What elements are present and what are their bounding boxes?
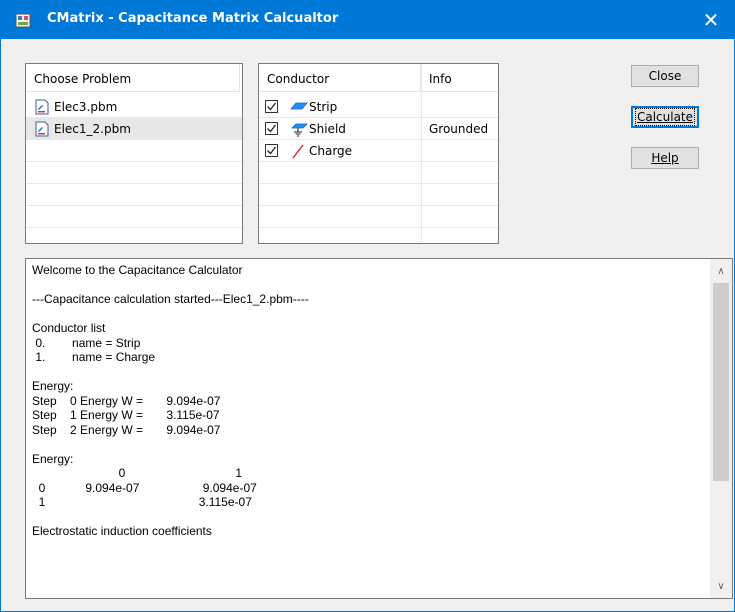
calculate-button[interactable]: Calculate bbox=[631, 106, 699, 128]
window-close-button[interactable]: ✕ bbox=[688, 1, 734, 39]
conductor-checkbox[interactable] bbox=[265, 144, 278, 157]
conductor-row-charge[interactable]: Charge bbox=[259, 140, 498, 162]
problem-item-elec1-2[interactable]: Elec1_2.pbm bbox=[26, 118, 242, 140]
help-button-label: Help bbox=[651, 151, 679, 165]
empty-row bbox=[26, 162, 242, 184]
shield-ground-icon bbox=[291, 123, 308, 137]
problem-list-header[interactable]: Choose Problem bbox=[26, 64, 240, 92]
conductor-row-strip[interactable]: Strip bbox=[259, 96, 498, 118]
calculate-button-label: Calculate bbox=[634, 108, 696, 126]
info-column-header[interactable]: Info bbox=[421, 64, 498, 92]
window-title: CMatrix - Capacitance Matrix Calcualtor bbox=[47, 11, 339, 26]
log-line: 0 9.094e-07 9.094e-07 bbox=[32, 480, 257, 495]
log-line: Conductor list bbox=[32, 321, 106, 335]
cmatrix-dialog: CMatrix - Capacitance Matrix Calcualtor … bbox=[0, 0, 735, 612]
checkmark-icon bbox=[267, 124, 277, 133]
empty-row bbox=[259, 206, 498, 228]
empty-row bbox=[26, 140, 242, 162]
empty-row bbox=[26, 228, 242, 243]
problem-item-label: Elec1_2.pbm bbox=[54, 122, 131, 136]
chevron-down-icon: ∨ bbox=[717, 580, 725, 592]
log-line: 0. name = Strip bbox=[32, 335, 141, 350]
pbm-file-icon bbox=[35, 121, 49, 137]
conductor-column-header[interactable]: Conductor bbox=[259, 64, 421, 92]
title-bar[interactable]: CMatrix - Capacitance Matrix Calcualtor … bbox=[1, 1, 734, 39]
log-line: Step 2 Energy W = 9.094e-07 bbox=[32, 422, 221, 437]
conductor-name: Shield bbox=[309, 122, 346, 136]
empty-row bbox=[259, 162, 498, 184]
conductor-name: Charge bbox=[309, 144, 353, 158]
log-line: 1. name = Charge bbox=[32, 350, 156, 364]
conductor-list[interactable]: Conductor Info Strip Shield Grounded Cha… bbox=[258, 63, 499, 244]
close-button[interactable]: Close bbox=[631, 65, 699, 87]
empty-row bbox=[259, 228, 498, 243]
conductor-checkbox[interactable] bbox=[265, 100, 278, 113]
conductor-header-label: Conductor bbox=[267, 72, 330, 86]
conductor-info: Grounded bbox=[429, 122, 489, 136]
checkmark-icon bbox=[267, 102, 277, 111]
conductor-name: Strip bbox=[309, 100, 338, 114]
log-line: Electrostatic induction coefficients bbox=[32, 524, 212, 538]
app-icon bbox=[15, 13, 31, 28]
conductor-row-shield[interactable]: Shield Grounded bbox=[259, 118, 498, 140]
log-line: Step 0 Energy W = 9.094e-07 bbox=[32, 393, 221, 408]
help-button[interactable]: Help bbox=[631, 147, 699, 169]
log-line: 1 3.115e-07 bbox=[32, 495, 252, 509]
conductor-checkbox[interactable] bbox=[265, 122, 278, 135]
log-line: 0 1 bbox=[32, 466, 243, 480]
problem-item-elec3[interactable]: Elec3.pbm bbox=[26, 96, 242, 118]
problem-item-label: Elec3.pbm bbox=[54, 100, 118, 114]
log-line: Step 1 Energy W = 3.115e-07 bbox=[32, 408, 220, 422]
log-line: ---Capacitance calculation started---Ele… bbox=[32, 292, 309, 306]
empty-row bbox=[26, 206, 242, 228]
empty-row bbox=[259, 184, 498, 206]
log-line: Energy: bbox=[32, 451, 74, 466]
chevron-up-icon: ∧ bbox=[717, 265, 725, 277]
scroll-up-button[interactable]: ∧ bbox=[710, 261, 732, 281]
info-header-label: Info bbox=[429, 72, 452, 86]
checkmark-icon bbox=[267, 146, 277, 155]
close-icon: ✕ bbox=[702, 8, 720, 32]
problem-header-label: Choose Problem bbox=[34, 72, 132, 86]
pbm-file-icon bbox=[35, 99, 49, 115]
output-log[interactable]: Welcome to the Capacitance Calculator --… bbox=[25, 258, 733, 599]
scroll-down-button[interactable]: ∨ bbox=[710, 576, 732, 596]
log-line: Welcome to the Capacitance Calculator bbox=[32, 263, 243, 277]
charge-line-icon bbox=[292, 144, 304, 159]
log-text: Welcome to the Capacitance Calculator --… bbox=[32, 263, 708, 539]
problem-list[interactable]: Choose Problem Elec3.pbm Elec1_2.pbm bbox=[25, 63, 243, 244]
log-scrollbar[interactable]: ∧ ∨ bbox=[710, 259, 732, 598]
empty-row bbox=[26, 184, 242, 206]
close-button-label: Close bbox=[648, 69, 682, 83]
log-line: Energy: bbox=[32, 379, 74, 393]
strip-conductor-icon bbox=[290, 102, 308, 110]
scrollbar-thumb[interactable] bbox=[713, 283, 729, 481]
